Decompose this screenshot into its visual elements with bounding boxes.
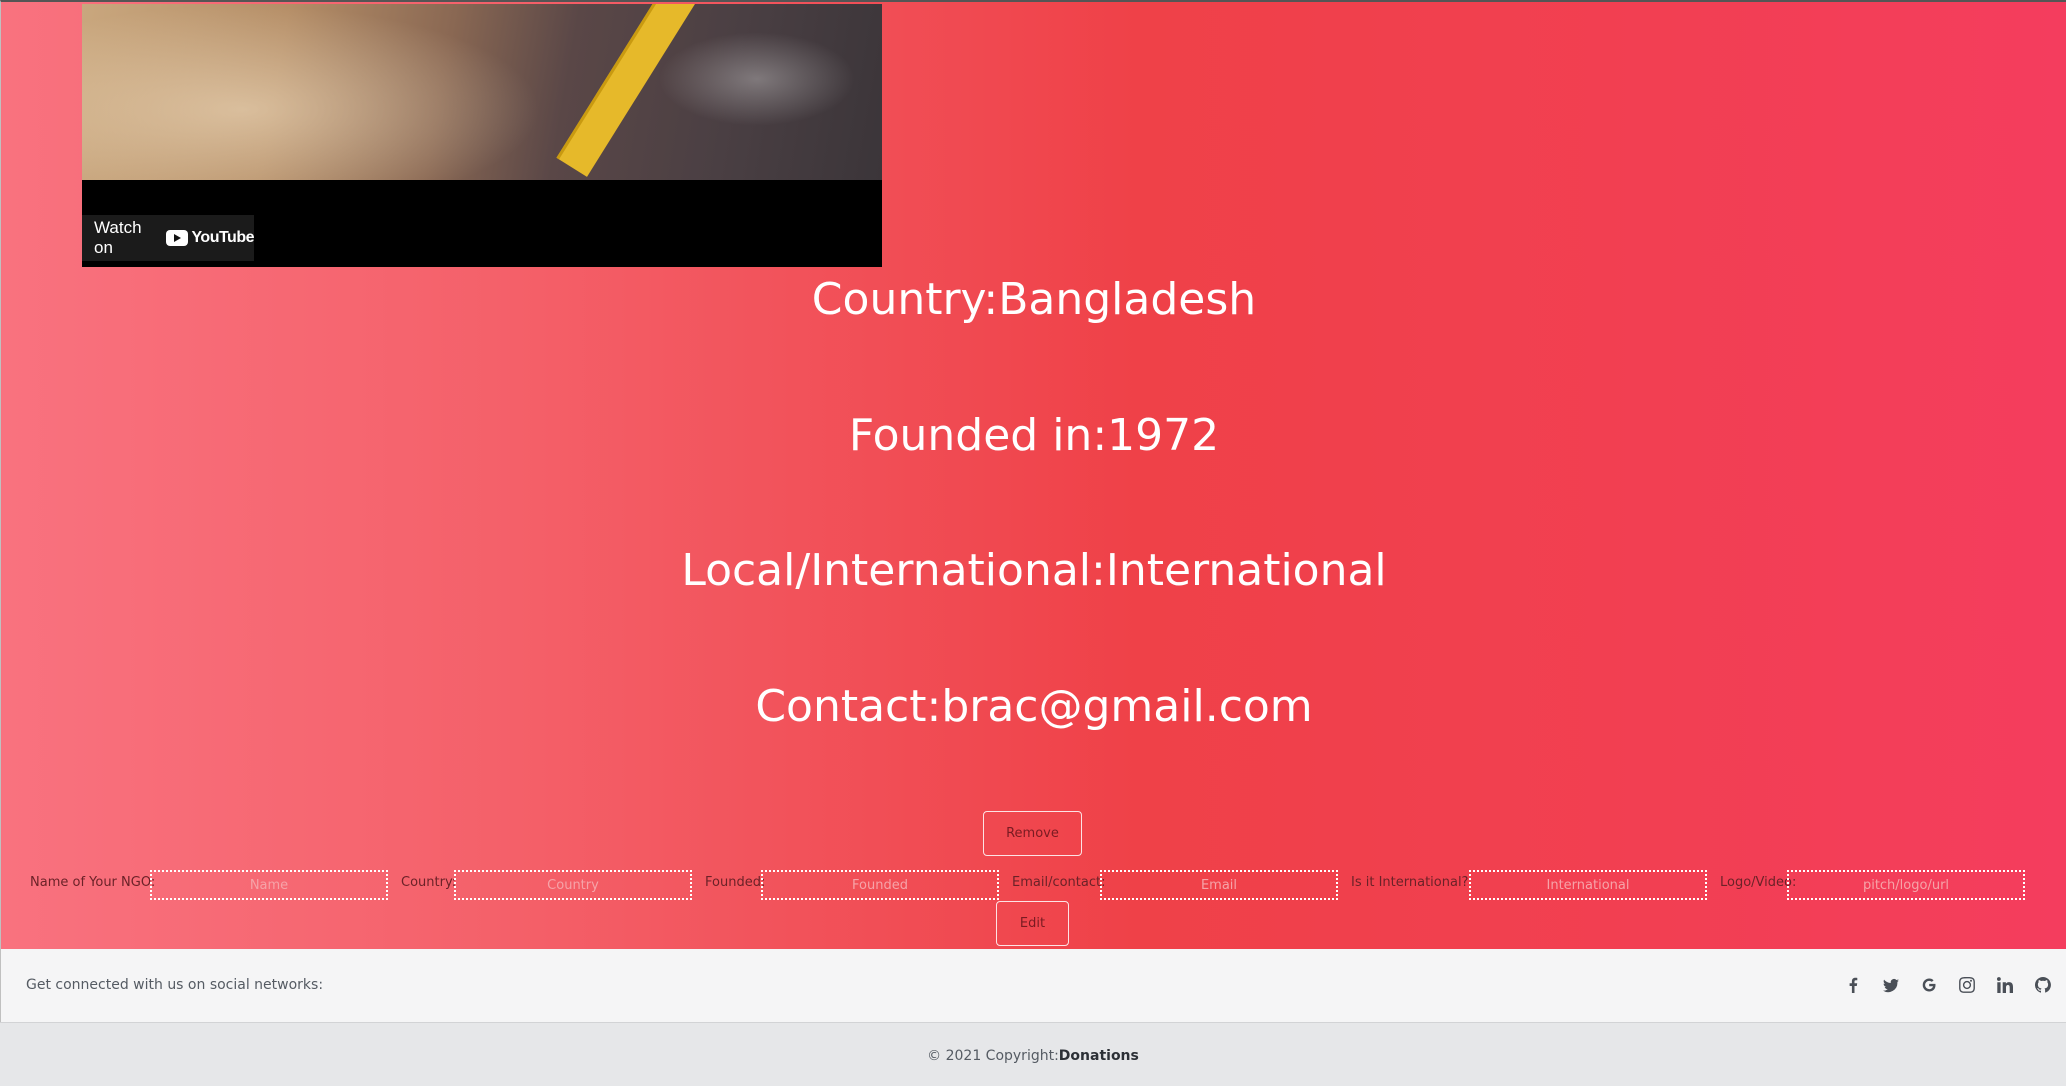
country-label: Country:	[401, 875, 457, 890]
founded-label: Founded:	[705, 875, 766, 890]
founded-input[interactable]	[761, 870, 999, 900]
ngo-founded: Founded in:1972	[848, 410, 1220, 461]
ngo-type: Local/International:International	[681, 545, 1387, 596]
remove-button[interactable]: Remove	[983, 811, 1082, 856]
video-scene-figure	[82, 4, 542, 180]
international-label: Is it International?	[1351, 875, 1469, 890]
youtube-wordmark: YouTube	[191, 229, 254, 246]
email-input[interactable]	[1100, 870, 1338, 900]
social-icons-list	[1844, 971, 2052, 999]
video-thumbnail[interactable]	[82, 4, 882, 180]
watch-on-youtube-button[interactable]: Watch on YouTube	[82, 215, 254, 261]
twitter-icon[interactable]	[1882, 971, 1900, 999]
logo-video-label: Logo/Video:	[1720, 875, 1797, 890]
copyright-prefix: © 2021 Copyright:	[927, 1048, 1059, 1064]
international-input[interactable]	[1469, 870, 1707, 900]
email-label: Email/contact:	[1012, 875, 1106, 890]
logo-video-input[interactable]	[1787, 870, 2025, 900]
video-scene-chalkboard	[642, 24, 872, 134]
edit-button[interactable]: Edit	[996, 901, 1069, 946]
linkedin-icon[interactable]	[1996, 971, 2014, 999]
social-connect-text: Get connected with us on social networks…	[26, 977, 324, 993]
country-input[interactable]	[454, 870, 692, 900]
footer: © 2021 Copyright:Donations	[0, 1022, 2066, 1086]
ngo-country: Country:Bangladesh	[811, 274, 1257, 325]
copyright-text: © 2021 Copyright:Donations	[0, 1048, 2066, 1064]
edit-ngo-form: Name of Your NGO: Country: Founded: Emai…	[1, 870, 2066, 900]
facebook-icon[interactable]	[1844, 971, 1862, 999]
watch-on-label: Watch on	[94, 218, 142, 257]
brand-link[interactable]: Donations	[1059, 1048, 1139, 1064]
ngo-contact: Contact:brac@gmail.com	[755, 681, 1313, 732]
ngo-detail-section: Watch on YouTube Country:Bangladesh Foun…	[0, 0, 2066, 949]
youtube-video-embed[interactable]: Watch on YouTube	[82, 4, 882, 267]
google-icon[interactable]	[1920, 971, 1938, 999]
youtube-play-icon	[166, 230, 189, 246]
social-networks-bar: Get connected with us on social networks…	[0, 949, 2066, 1022]
youtube-logo: YouTube	[166, 229, 254, 247]
instagram-icon[interactable]	[1958, 971, 1976, 999]
name-label: Name of Your NGO:	[30, 875, 156, 890]
name-input[interactable]	[150, 870, 388, 900]
github-icon[interactable]	[2034, 971, 2052, 999]
